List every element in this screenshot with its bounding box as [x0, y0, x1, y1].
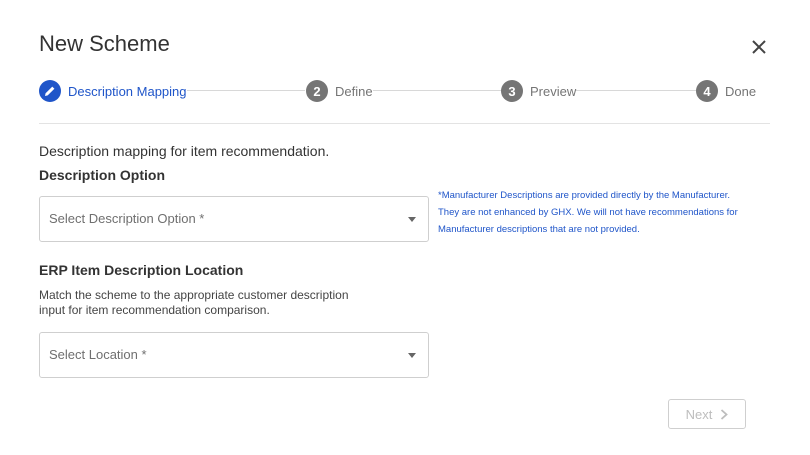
intro-text: Description mapping for item recommendat…	[39, 143, 330, 159]
stepper: Description Mapping 2 Define 3 Preview 4…	[39, 79, 757, 103]
next-button-label: Next	[685, 406, 713, 422]
description-option-placeholder: Select Description Option *	[49, 211, 205, 226]
step-2-circle: 2	[306, 80, 328, 102]
step-done[interactable]: 4 Done	[696, 79, 757, 103]
description-option-select[interactable]: Select Description Option *	[39, 196, 429, 242]
step-1-circle	[39, 80, 61, 102]
dialog-title: New Scheme	[39, 31, 170, 56]
step-description-mapping[interactable]: Description Mapping	[39, 79, 187, 103]
step-3-circle: 3	[501, 80, 523, 102]
step-define[interactable]: 2 Define	[306, 79, 373, 103]
step-preview[interactable]: 3 Preview	[501, 79, 577, 103]
step-connector	[185, 90, 305, 91]
step-connector	[371, 90, 501, 91]
next-button[interactable]: Next	[668, 399, 746, 429]
divider	[39, 123, 770, 124]
step-connector	[575, 90, 696, 91]
erp-location-help: Match the scheme to the appropriate cust…	[39, 288, 349, 317]
caret-down-icon	[408, 353, 416, 358]
step-label: Define	[335, 83, 373, 99]
caret-down-icon	[408, 217, 416, 222]
description-option-heading: Description Option	[39, 167, 165, 183]
step-label: Preview	[530, 83, 577, 99]
step-label: Description Mapping	[68, 83, 187, 99]
location-select[interactable]: Select Location *	[39, 332, 429, 378]
chevron-right-icon	[721, 408, 729, 420]
pencil-icon	[45, 86, 55, 96]
manufacturer-note: *Manufacturer Descriptions are provided …	[438, 190, 738, 235]
erp-location-heading: ERP Item Description Location	[39, 262, 244, 278]
step-label: Done	[725, 83, 757, 99]
location-placeholder: Select Location *	[49, 347, 147, 362]
step-4-circle: 4	[696, 80, 718, 102]
close-icon[interactable]	[750, 38, 768, 56]
